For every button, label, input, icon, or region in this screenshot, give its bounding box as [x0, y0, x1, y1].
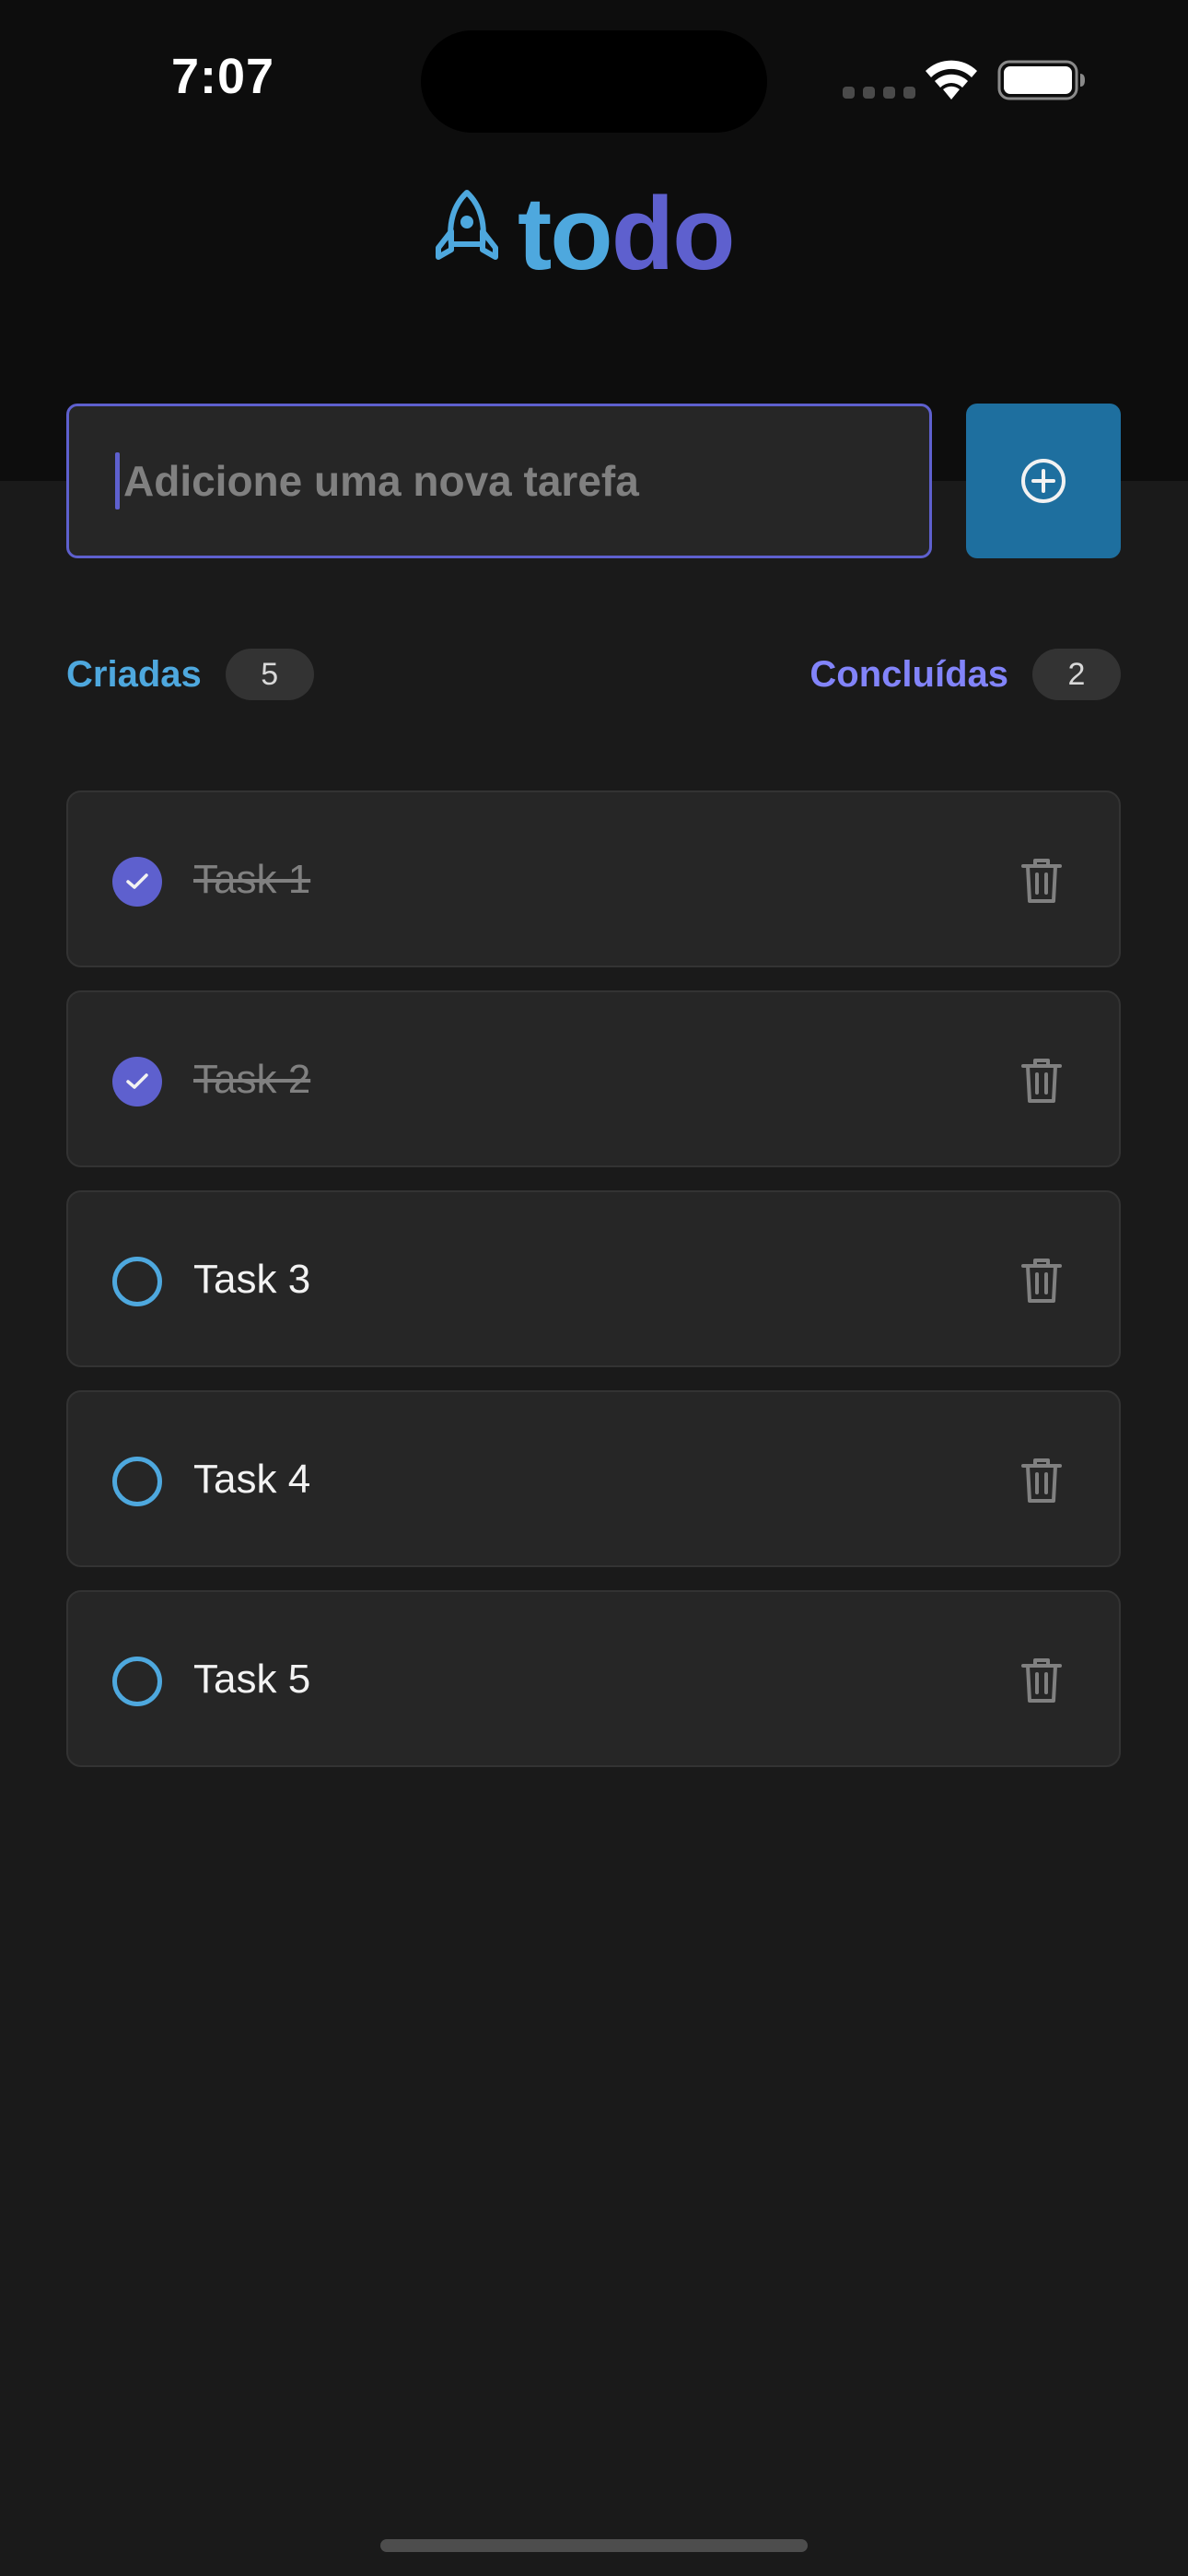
cellular-signal-icon [843, 87, 915, 99]
new-task-field[interactable] [66, 404, 932, 558]
task-list: Task 1 Task 2 Task 3 Task 4 Task 5 [66, 790, 1121, 1790]
created-count-badge: 5 [225, 649, 314, 700]
rocket-icon [436, 190, 498, 286]
task-item: Task 3 [66, 1190, 1121, 1367]
trash-icon[interactable] [1021, 1457, 1062, 1505]
task-text: Task 3 [193, 1257, 311, 1302]
task-text: Task 4 [193, 1457, 311, 1502]
task-text: Task 2 [193, 1057, 311, 1102]
new-task-input[interactable] [122, 455, 880, 507]
task-text: Task 5 [193, 1657, 311, 1702]
created-counter: Criadas 5 [66, 649, 314, 700]
task-item: Task 5 [66, 1590, 1121, 1767]
done-count-badge: 2 [1032, 649, 1121, 700]
trash-icon[interactable] [1021, 1657, 1062, 1704]
checked-checkbox-icon[interactable] [112, 1057, 162, 1107]
trash-icon[interactable] [1021, 857, 1062, 905]
checked-checkbox-icon[interactable] [112, 857, 162, 907]
home-indicator[interactable] [380, 2539, 808, 2552]
plus-circle-icon [1021, 459, 1066, 503]
todo-screen: 7:07 todo Adicione uma nova tarefa Criad… [0, 0, 1188, 2576]
task-item: Task 4 [66, 1390, 1121, 1567]
done-counter: Concluídas 2 [809, 649, 1121, 700]
status-time: 7:07 [171, 49, 275, 104]
unchecked-checkbox-icon[interactable] [112, 1257, 162, 1306]
created-label: Criadas [66, 653, 202, 695]
unchecked-checkbox-icon[interactable] [112, 1657, 162, 1706]
unchecked-checkbox-icon[interactable] [112, 1457, 162, 1506]
task-item: Task 2 [66, 990, 1121, 1167]
trash-icon[interactable] [1021, 1257, 1062, 1305]
done-label: Concluídas [809, 653, 1008, 695]
task-item: Task 1 [66, 790, 1121, 967]
trash-icon[interactable] [1021, 1057, 1062, 1105]
app-title: todo [518, 176, 736, 291]
dynamic-island [421, 30, 767, 133]
app-logo: todo [433, 182, 736, 287]
add-task-button[interactable] [966, 404, 1121, 558]
wifi-icon [926, 60, 977, 100]
task-text: Task 1 [193, 857, 311, 902]
battery-icon [997, 60, 1085, 100]
text-cursor [115, 452, 120, 509]
